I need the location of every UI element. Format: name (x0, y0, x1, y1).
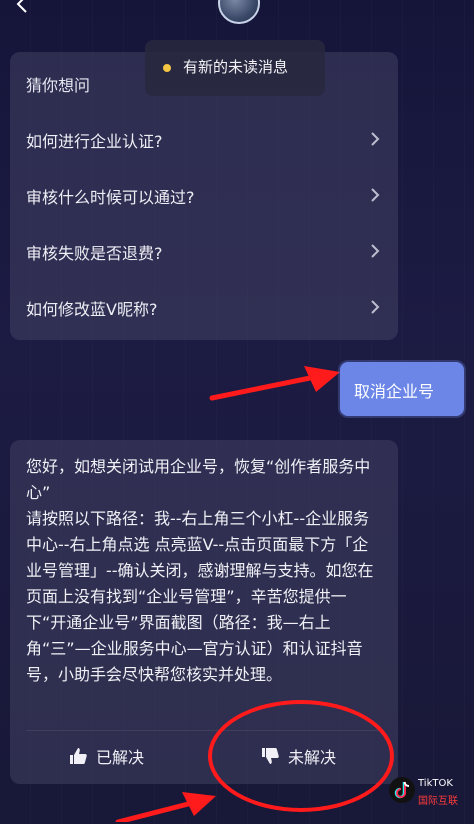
suggestion-item[interactable]: 如何修改蓝V昵称? (10, 280, 398, 336)
suggestion-label: 如何进行企业认证? (26, 132, 163, 151)
annotation-circle (208, 700, 394, 812)
chevron-right-icon (371, 188, 380, 202)
chevron-right-icon (371, 244, 380, 258)
unread-dot-icon (163, 64, 171, 72)
suggestion-item[interactable]: 审核失败是否退费? (10, 224, 398, 280)
suggestion-item[interactable]: 审核什么时候可以通过? (10, 168, 398, 224)
answer-text: 您好，如想关闭试用企业号，恢复“创作者服务中心” 请按照以下路径：我--右上角三… (26, 457, 374, 684)
suggestion-label: 审核什么时候可以通过? (26, 188, 195, 207)
suggestion-label: 审核失败是否退费? (26, 244, 163, 263)
avatar-icon (218, 0, 260, 24)
watermark-line2: 国际互联 (418, 796, 458, 807)
top-bar (0, 0, 474, 28)
chevron-right-icon (371, 300, 380, 314)
watermark-line1: TikTOK (418, 778, 453, 789)
suggested-questions-title: 猜你想问 (26, 76, 91, 95)
annotation-arrow (209, 366, 340, 401)
unread-toast[interactable]: 有新的未读消息 (145, 40, 325, 96)
thumbs-up-icon (70, 748, 87, 764)
resolved-button[interactable]: 已解决 (68, 736, 144, 776)
tiktok-logo-icon (389, 777, 415, 803)
resolved-label: 已解决 (96, 748, 145, 767)
user-message-text: 取消企业号 (354, 382, 435, 401)
user-message-bubble[interactable]: 取消企业号 (340, 362, 464, 416)
suggestion-label: 如何修改蓝V昵称? (26, 300, 158, 319)
tiktok-watermark: TikTOK 国际互联 (386, 776, 466, 812)
back-arrow-icon[interactable] (14, 0, 32, 14)
toast-text: 有新的未读消息 (183, 58, 289, 76)
suggestion-item[interactable]: 如何进行企业认证? (10, 112, 398, 168)
chevron-right-icon (371, 132, 380, 146)
annotation-arrow (115, 792, 216, 822)
